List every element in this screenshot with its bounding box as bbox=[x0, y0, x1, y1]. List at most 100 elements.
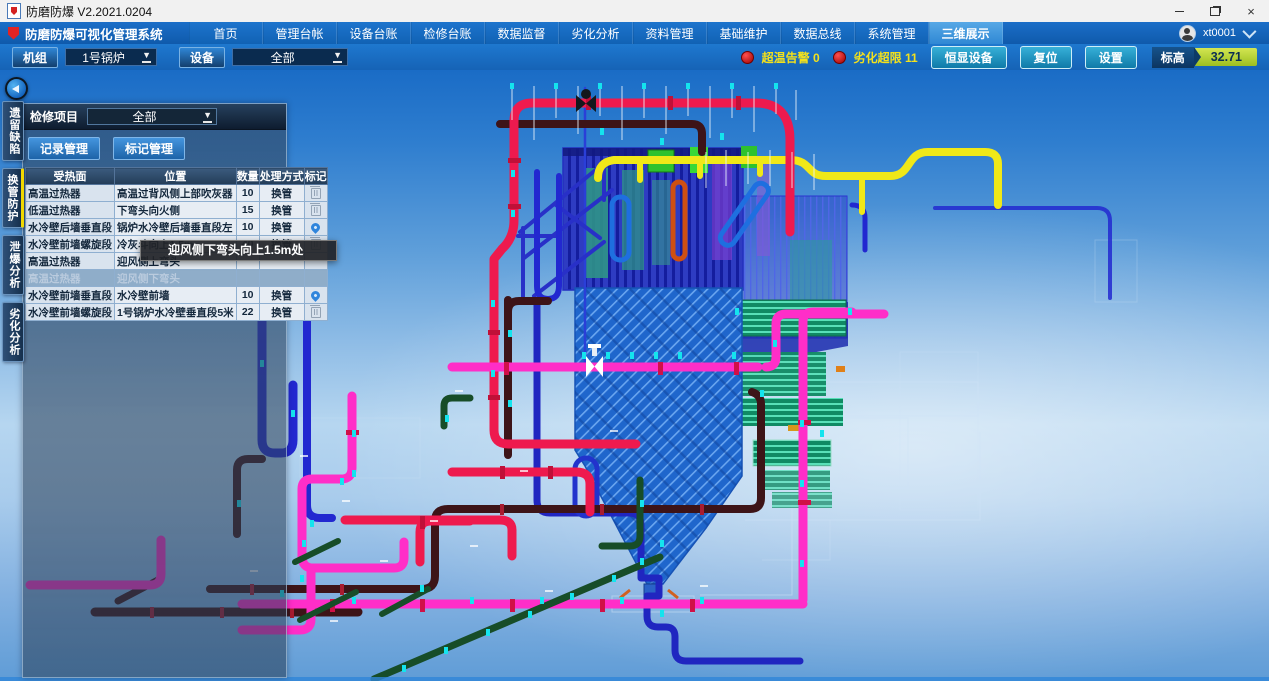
nav-tab-item[interactable]: 管理台帐 bbox=[263, 22, 337, 44]
table-cell-mark[interactable] bbox=[304, 185, 327, 202]
table-cell-mode: 换管 bbox=[259, 304, 304, 321]
panel-title: 检修项目 bbox=[30, 108, 78, 125]
table-cell-pos: 水冷壁前墙 bbox=[115, 287, 237, 304]
table-cell-face: 水冷壁前墙螺旋段 bbox=[26, 236, 115, 253]
table-cell-qty: 22 bbox=[236, 304, 259, 321]
table-cell-pos: 下弯头向火侧 bbox=[115, 202, 237, 219]
table-cell-qty: 10 bbox=[236, 219, 259, 236]
table-cell-face: 水冷壁前墙螺旋段 bbox=[26, 304, 115, 321]
table-cell-face: 水冷壁后墙垂直段 bbox=[26, 219, 115, 236]
minimize-button[interactable] bbox=[1161, 0, 1197, 22]
table-row[interactable]: 高温过热器高温过背风侧上部吹灰器10换管 bbox=[26, 185, 328, 202]
reset-button[interactable]: 复位 bbox=[1020, 46, 1072, 69]
nav-tab-item[interactable]: 数据总线 bbox=[781, 22, 855, 44]
back-arrow-icon bbox=[12, 85, 19, 93]
nav-tab-item[interactable]: 基础维护 bbox=[707, 22, 781, 44]
table-row[interactable]: 高温过热器迎风侧下弯头 bbox=[26, 270, 328, 287]
table-cell-mark[interactable] bbox=[304, 219, 327, 236]
os-titlebar: 防磨防爆 V2.2021.0204 × bbox=[0, 0, 1269, 22]
boiler-top-section bbox=[563, 146, 770, 290]
always-show-devices-button[interactable]: 恒显设备 bbox=[931, 46, 1007, 69]
table-row[interactable]: 低温过热器下弯头向火侧15换管 bbox=[26, 202, 328, 219]
chevron-down-icon[interactable] bbox=[1242, 25, 1256, 39]
nav-tab-item[interactable]: 系统管理 bbox=[855, 22, 929, 44]
nav-tab-item[interactable]: 数据监督 bbox=[485, 22, 559, 44]
table-cell-mark[interactable] bbox=[304, 202, 327, 219]
record-manage-button[interactable]: 记录管理 bbox=[28, 137, 100, 160]
table-cell-qty: 10 bbox=[236, 287, 259, 304]
nav-tab-active[interactable]: 三维展示 bbox=[929, 22, 1003, 44]
overtemp-alarm-label: 超温告警 0 bbox=[762, 49, 820, 66]
trash-icon[interactable] bbox=[311, 188, 321, 199]
table-cell-mode: 换管 bbox=[259, 185, 304, 202]
location-pin-icon[interactable] bbox=[309, 221, 322, 234]
location-pin-icon[interactable] bbox=[309, 289, 322, 302]
degradation-alarm-label: 劣化超限 11 bbox=[854, 49, 918, 66]
table-column-header: 标记 bbox=[304, 168, 327, 185]
position-tooltip: 迎风侧下弯头向上1.5m处 bbox=[140, 240, 337, 261]
overtemp-alarm: 超温告警 0 bbox=[741, 49, 820, 66]
user-area[interactable]: xt0001 bbox=[1179, 22, 1269, 44]
table-header-row: 受热面位置数量处理方式标记 bbox=[26, 168, 328, 185]
side-tab[interactable]: 泄爆分析 bbox=[2, 235, 24, 295]
alarm-dot-icon bbox=[833, 51, 846, 64]
side-tab[interactable]: 遗留缺陷 bbox=[2, 101, 24, 161]
nav-tab-item[interactable]: 检修台账 bbox=[411, 22, 485, 44]
degradation-alarm: 劣化超限 11 bbox=[833, 49, 918, 66]
inspection-filter-select[interactable]: 全部 ▼ bbox=[87, 108, 217, 125]
brand-shield-icon bbox=[8, 27, 19, 40]
table-cell-mode: 换管 bbox=[259, 202, 304, 219]
table-cell-mark[interactable] bbox=[304, 270, 327, 287]
table-row[interactable]: 水冷壁前墙螺旋段1号锅炉水冷壁垂直段5米22换管 bbox=[26, 304, 328, 321]
dropdown-arrow-icon: ▼ bbox=[142, 51, 151, 63]
restore-icon bbox=[1210, 7, 1220, 16]
nav-tab-item[interactable]: 设备台账 bbox=[337, 22, 411, 44]
table-row[interactable]: 水冷壁后墙垂直段锅炉水冷壁后墙垂直段左10换管 bbox=[26, 219, 328, 236]
nav-tab-item[interactable]: 劣化分析 bbox=[559, 22, 633, 44]
table-cell-mode bbox=[259, 270, 304, 287]
dropdown-arrow-icon: ▼ bbox=[333, 51, 342, 63]
table-column-header: 处理方式 bbox=[259, 168, 304, 185]
nav-tab-item[interactable]: 资料管理 bbox=[633, 22, 707, 44]
inspection-panel: 检修项目 全部 ▼ 记录管理 标记管理 受热面位置数量处理方式标记 高温过热器高… bbox=[22, 103, 287, 678]
app-window: 防磨防爆 V2.2021.0204 × 防磨防爆可视化管理系统 首页管理台帐设备… bbox=[0, 0, 1269, 681]
table-column-header: 受热面 bbox=[26, 168, 115, 185]
table-cell-pos: 锅炉水冷壁后墙垂直段左 bbox=[115, 219, 237, 236]
viewport-3d[interactable]: 遗留缺陷换管防护泄爆分析劣化分析 检修项目 全部 ▼ 记录管理 标记管理 受热面… bbox=[0, 70, 1269, 681]
mark-manage-button[interactable]: 标记管理 bbox=[113, 137, 185, 160]
trash-icon[interactable] bbox=[311, 205, 321, 216]
device-label: 设备 bbox=[179, 47, 225, 68]
table-cell-pos: 高温过背风侧上部吹灰器 bbox=[115, 185, 237, 202]
side-tab-group: 遗留缺陷换管防护泄爆分析劣化分析 bbox=[2, 101, 24, 362]
elevation-label: 标高 bbox=[1152, 47, 1194, 68]
restore-button[interactable] bbox=[1197, 0, 1233, 22]
user-avatar bbox=[1179, 25, 1196, 42]
close-button[interactable]: × bbox=[1233, 0, 1269, 22]
table-row[interactable]: 水冷壁前墙垂直段水冷壁前墙10换管 bbox=[26, 287, 328, 304]
table-cell-mark[interactable] bbox=[304, 304, 327, 321]
table-cell-face: 高温过热器 bbox=[26, 185, 115, 202]
table-cell-face: 低温过热器 bbox=[26, 202, 115, 219]
nav-tab-item[interactable]: 首页 bbox=[189, 22, 263, 44]
elevation-indicator: 标高 32.71 bbox=[1152, 47, 1257, 68]
device-select[interactable]: 全部 ▼ bbox=[232, 48, 348, 66]
app-title: 防磨防爆可视化管理系统 bbox=[25, 24, 163, 43]
unit-select[interactable]: 1号锅炉 ▼ bbox=[65, 48, 157, 66]
panel-buttons: 记录管理 标记管理 bbox=[23, 130, 286, 165]
table-column-header: 数量 bbox=[236, 168, 259, 185]
side-tab[interactable]: 换管防护 bbox=[2, 168, 24, 228]
side-tab[interactable]: 劣化分析 bbox=[2, 302, 24, 362]
sub-toolbar: 机组 1号锅炉 ▼ 设备 全部 ▼ 超温告警 0 劣化超限 11 恒显设备 复位… bbox=[0, 44, 1269, 70]
table-cell-qty: 15 bbox=[236, 202, 259, 219]
table-cell-mark[interactable] bbox=[304, 287, 327, 304]
device-select-value: 全部 bbox=[238, 49, 327, 66]
trash-icon[interactable] bbox=[311, 307, 321, 318]
back-button[interactable] bbox=[5, 77, 28, 100]
settings-button[interactable]: 设置 bbox=[1085, 46, 1137, 69]
table-cell-pos: 1号锅炉水冷壁垂直段5米 bbox=[115, 304, 237, 321]
nav-tabs: 首页管理台帐设备台账检修台账数据监督劣化分析资料管理基础维护数据总线系统管理三维… bbox=[189, 22, 1003, 44]
table-cell-mode: 换管 bbox=[259, 287, 304, 304]
filter-value: 全部 bbox=[92, 108, 197, 125]
minimize-icon bbox=[1175, 11, 1184, 12]
close-icon: × bbox=[1247, 4, 1255, 19]
